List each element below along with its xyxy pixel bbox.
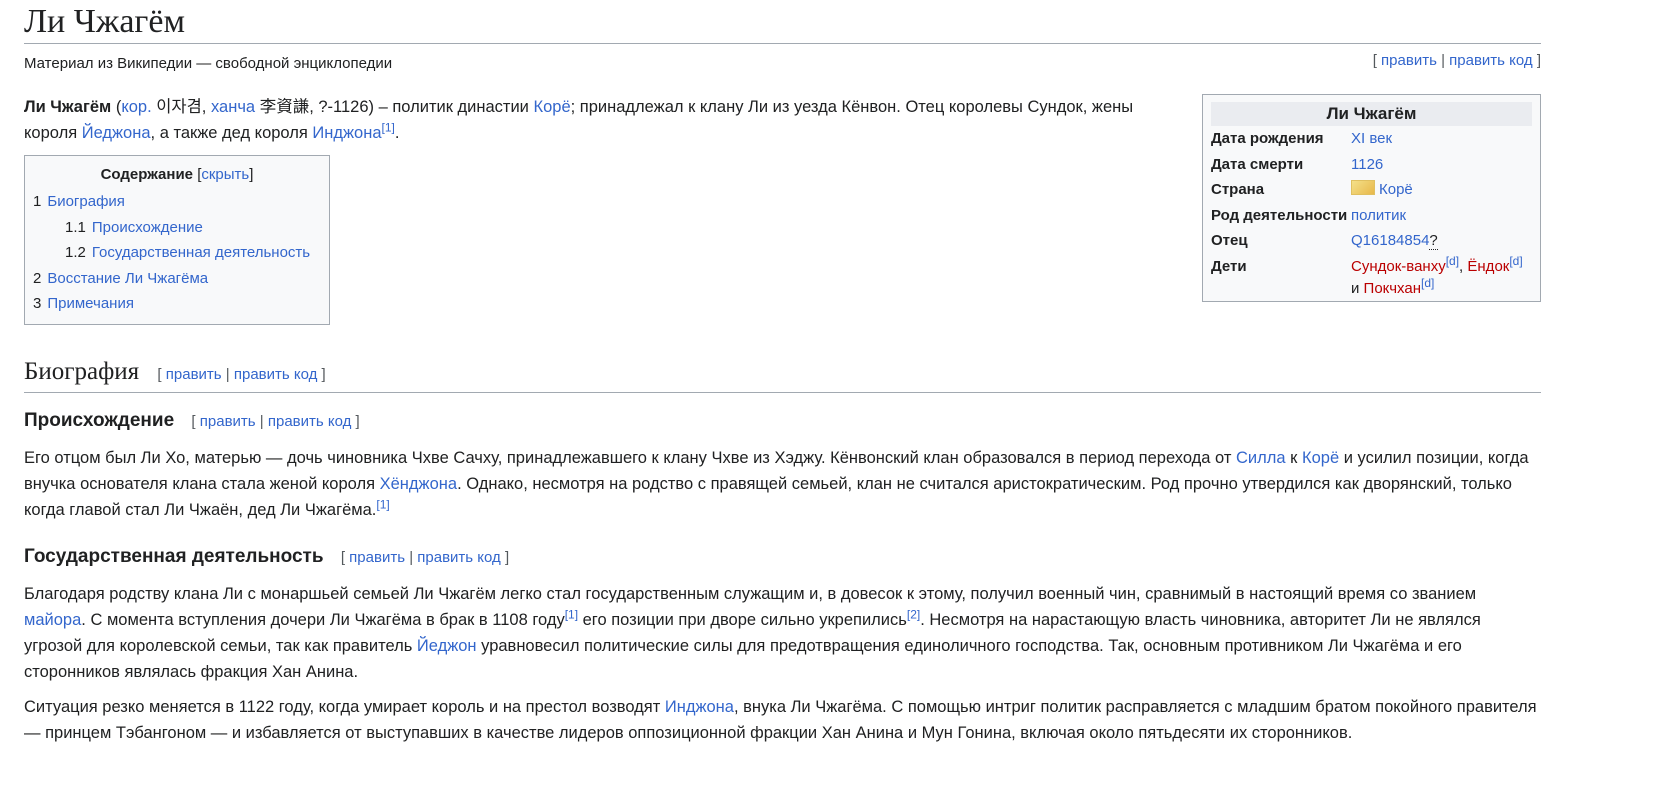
article: Ли Чжагём Материал из Википедии — свобод… — [24, 0, 1541, 742]
page-edit-links: [ править | править код ] — [1372, 52, 1541, 69]
infobox-row-father: Отец Q16184854? — [1211, 232, 1438, 250]
edit-link[interactable]: править — [166, 366, 222, 383]
subline: Материал из Википедии — свободной энцикл… — [24, 44, 1541, 72]
link-yejong[interactable]: Йеджона — [82, 124, 151, 142]
ref-1[interactable]: [1] — [382, 121, 395, 135]
toc-title: Содержание [скрыть] — [100, 166, 254, 183]
origin-paragraph: Его отцом был Ли Хо, матерью — дочь чино… — [24, 449, 1529, 519]
infobox-row-death: Дата смерти 1126 — [1211, 155, 1384, 173]
link-kor[interactable]: кор. — [121, 98, 151, 116]
edit-code-link[interactable]: править код — [268, 413, 352, 430]
edit-code-link[interactable]: править код — [1449, 52, 1533, 69]
toc-hide-link[interactable]: скрыть — [201, 166, 249, 183]
infobox-row-country: Страна Корё — [1211, 180, 1413, 198]
site-tagline: Материал из Википедии — свободной энцикл… — [24, 55, 393, 72]
section-state-activity: Государственная деятельность [ править |… — [24, 546, 510, 567]
edit-code-link[interactable]: править код — [417, 549, 501, 566]
infobox-caption: Ли Чжагём — [1211, 102, 1532, 126]
toc-item-origin[interactable]: 1.1 Происхождение — [33, 215, 321, 241]
edit-link[interactable]: править — [1381, 52, 1437, 69]
link-hancha[interactable]: ханча — [211, 98, 255, 116]
infobox: Ли Чжагём Дата рождения XI век Дата смерт… — [1202, 94, 1541, 302]
edit-link[interactable]: править — [349, 549, 405, 566]
question-mark-link[interactable]: ? — [1429, 232, 1438, 250]
link-korye[interactable]: Корё — [533, 98, 570, 116]
toc-item-state[interactable]: 1.2 Государственная деятельность — [33, 240, 321, 266]
toc-item-notes[interactable]: 3 Примечания — [33, 291, 321, 317]
page-title: Ли Чжагём — [24, 0, 1541, 44]
state-paragraph-1: Благодаря родству клана Ли с монаршьей с… — [24, 585, 1481, 681]
section-origin: Происхождение [ править | править код ] — [24, 410, 360, 431]
toc-item-uprising[interactable]: 2 Восстание Ли Чжагёма — [33, 266, 321, 292]
state-paragraph-2: Ситуация резко меняется в 1122 году, ког… — [24, 698, 1537, 742]
toc-item-biography[interactable]: 1 Биография — [33, 189, 321, 215]
infobox-row-birth: Дата рождения XI век — [1211, 130, 1393, 147]
edit-code-link[interactable]: править код — [234, 366, 318, 383]
infobox-row-occupation: Род деятельности политик — [1211, 206, 1407, 224]
table-of-contents: Содержание [скрыть] 1 Биография 1.1 Происх… — [24, 155, 330, 325]
edit-link[interactable]: править — [200, 413, 256, 430]
link-injong[interactable]: Инджона — [312, 124, 381, 142]
section-biography: Биография [ править | править код ] — [24, 355, 1541, 393]
lead-paragraph: Ли Чжагём (кор. 이자겸, ханча 李資謙, ?-1126) … — [24, 98, 1134, 142]
flag-icon — [1351, 180, 1375, 195]
infobox-row-children: Дети Сундок-ванху[d], Ёндок[d] и Покчхан[… — [1211, 253, 1523, 297]
